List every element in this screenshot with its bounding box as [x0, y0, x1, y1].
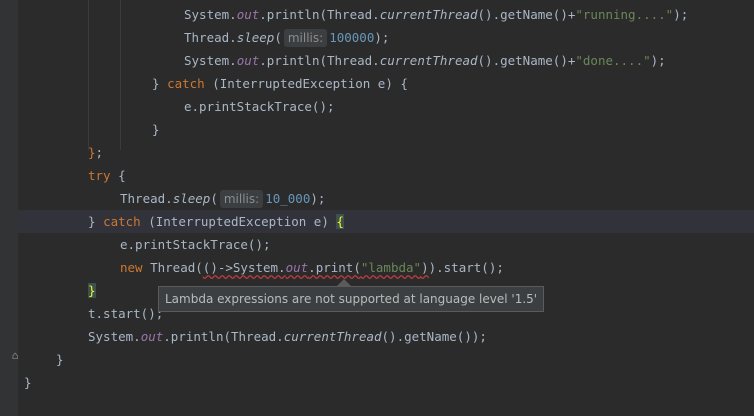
code-token: 100000 [329, 30, 375, 45]
code-token: System. [88, 329, 141, 344]
code-token: .println(Thread. [259, 7, 380, 22]
code-token: new [120, 260, 143, 275]
code-token: .println(Thread. [259, 53, 380, 68]
code-token: e.printStackTrace(); [120, 237, 271, 252]
code-line[interactable]: } [24, 371, 32, 394]
code-token: out [236, 7, 260, 22]
code-token: "running...." [575, 7, 674, 22]
code-token: } [24, 375, 32, 390]
fold-marker-icon[interactable]: ⌂ [9, 350, 21, 362]
code-line[interactable]: t.start(); [88, 302, 163, 325]
code-token: ); [374, 30, 390, 45]
code-token: catch [103, 214, 141, 229]
code-token: ); [310, 191, 326, 206]
code-token: ()->System. [202, 260, 286, 275]
code-token: .print( [308, 260, 361, 275]
code-token: } [88, 214, 104, 229]
code-line[interactable]: } [56, 348, 64, 371]
tooltip-arrow [337, 279, 351, 286]
code-token: ) [421, 260, 429, 275]
code-line[interactable]: System.out.println(Thread.currentThread(… [88, 325, 487, 348]
code-token: catch [167, 76, 205, 91]
code-line[interactable]: e.printStackTrace(); [184, 95, 335, 118]
code-token: ; [95, 145, 104, 160]
code-token: sleep [172, 191, 211, 206]
code-token: out [285, 260, 309, 275]
code-token: } [88, 145, 96, 160]
code-line[interactable]: new Thread(()->System.out.print("lambda"… [120, 256, 504, 279]
code-line[interactable]: System.out.println(Thread.currentThread(… [184, 3, 688, 26]
code-token: Thread. [184, 30, 237, 45]
code-token: ); [650, 53, 666, 68]
code-token: ().getName()); [381, 329, 487, 344]
code-token: System. [184, 7, 237, 22]
code-token: t.start(); [88, 306, 164, 321]
code-line[interactable]: } catch (InterruptedException e) { [152, 72, 408, 95]
code-token: e.printStackTrace(); [184, 99, 335, 114]
parameter-hint: millis: [219, 190, 264, 208]
code-line[interactable]: System.out.println(Thread.currentThread(… [184, 49, 666, 72]
code-line[interactable]: }; [88, 141, 103, 164]
code-token: } [152, 76, 168, 91]
code-token: } [56, 352, 64, 367]
parameter-hint: millis: [283, 29, 328, 47]
code-token: 10_000 [265, 191, 311, 206]
code-token: try [88, 168, 111, 183]
code-line[interactable]: } catch (InterruptedException e) { [88, 210, 344, 233]
code-token: Thread. [120, 191, 173, 206]
code-token: currentThread [379, 53, 478, 68]
code-token: "done...." [575, 53, 651, 68]
code-token: } [152, 122, 160, 137]
code-token: ( [210, 191, 218, 206]
code-line[interactable]: } [88, 279, 96, 302]
code-line[interactable]: e.printStackTrace(); [120, 233, 271, 256]
code-token: } [88, 283, 96, 298]
code-token: Thread( [142, 260, 203, 275]
code-token: currentThread [379, 7, 478, 22]
code-token: .println(Thread. [163, 329, 284, 344]
code-token: out [140, 329, 164, 344]
code-token: { [110, 168, 126, 183]
code-token: ).start(); [428, 260, 504, 275]
code-token: { [336, 214, 344, 229]
code-token: currentThread [283, 329, 382, 344]
code-token: ().getName()+ [477, 7, 576, 22]
error-tooltip: Lambda expressions are not supported at … [158, 286, 545, 312]
code-token: "lambda" [360, 260, 422, 275]
code-token: (InterruptedException e) { [204, 76, 408, 91]
code-token: (InterruptedException e) [140, 214, 337, 229]
code-line[interactable]: } [152, 118, 160, 141]
code-token: ( [274, 30, 282, 45]
code-token: sleep [236, 30, 275, 45]
code-token: out [236, 53, 260, 68]
code-token: ); [673, 7, 689, 22]
code-token: ().getName()+ [477, 53, 576, 68]
indent-guide [88, 0, 89, 150]
code-line[interactable]: Thread.sleep(millis: 100000); [184, 26, 389, 49]
code-token: System. [184, 53, 237, 68]
code-line[interactable]: try { [88, 164, 126, 187]
indent-guide [120, 0, 121, 150]
code-line[interactable]: Thread.sleep(millis: 10_000); [120, 187, 325, 210]
